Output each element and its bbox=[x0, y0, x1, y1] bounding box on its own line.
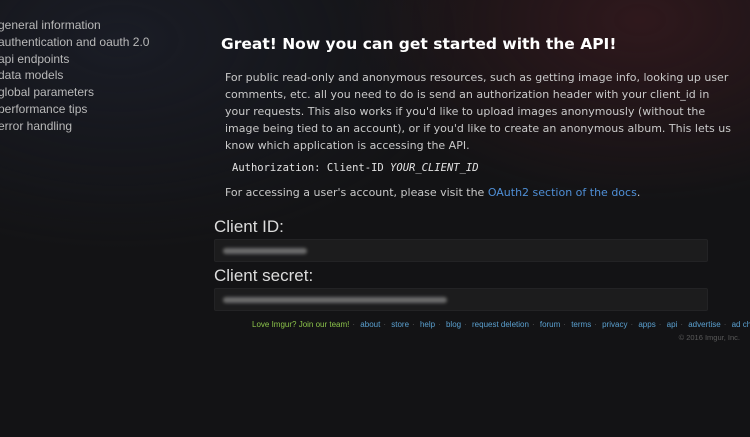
footer-link-store[interactable]: store bbox=[391, 320, 409, 329]
oauth-note: For accessing a user's account, please v… bbox=[225, 186, 640, 199]
copyright-text: © 2016 Imgur, Inc. bbox=[678, 333, 740, 342]
footer-link-request-deletion[interactable]: request deletion bbox=[472, 320, 529, 329]
footer-link-forum[interactable]: forum bbox=[540, 320, 560, 329]
sidebar-item-authentication[interactable]: authentication and oauth 2.0 bbox=[0, 34, 149, 51]
docs-sidebar: general information authentication and o… bbox=[0, 17, 149, 135]
footer-link-advertise[interactable]: advertise bbox=[688, 320, 720, 329]
sidebar-item-api-endpoints[interactable]: api endpoints bbox=[0, 51, 149, 68]
footer-link-privacy[interactable]: privacy bbox=[602, 320, 627, 329]
footer-link-ad-choices[interactable]: ad choices bbox=[732, 320, 750, 329]
authorization-header-example: Authorization: Client-ID YOUR_CLIENT_ID bbox=[232, 162, 479, 174]
footer-link-terms[interactable]: terms bbox=[571, 320, 591, 329]
footer-link-blog[interactable]: blog bbox=[446, 320, 461, 329]
sidebar-item-data-models[interactable]: data models bbox=[0, 67, 149, 84]
footer-link-join-team[interactable]: Love Imgur? Join our team! bbox=[252, 320, 349, 329]
oauth-note-suffix: . bbox=[636, 186, 641, 199]
client-secret-field[interactable] bbox=[214, 288, 708, 311]
client-id-redacted-value bbox=[223, 248, 307, 254]
footer-link-help[interactable]: help bbox=[420, 320, 435, 329]
sidebar-item-global-parameters[interactable]: global parameters bbox=[0, 84, 149, 101]
api-description: For public read-only and anonymous resou… bbox=[225, 71, 731, 152]
client-id-field[interactable] bbox=[214, 239, 708, 262]
sidebar-item-general-information[interactable]: general information bbox=[0, 17, 149, 34]
oauth-docs-link[interactable]: OAuth2 section of the docs bbox=[488, 186, 637, 199]
footer-link-api[interactable]: api bbox=[667, 320, 678, 329]
footer-link-apps[interactable]: apps bbox=[638, 320, 655, 329]
client-id-label: Client ID: bbox=[214, 217, 284, 236]
code-placeholder: YOUR_CLIENT_ID bbox=[390, 162, 479, 174]
footer-links: Love Imgur? Join our team! · about · store… bbox=[252, 320, 750, 329]
sidebar-item-error-handling[interactable]: error handling bbox=[0, 118, 149, 135]
sidebar-item-performance-tips[interactable]: performance tips bbox=[0, 101, 149, 118]
oauth-note-text: For accessing a user's account, please v… bbox=[225, 186, 488, 199]
client-secret-label: Client secret: bbox=[214, 266, 314, 285]
page-title: Great! Now you can get started with the … bbox=[221, 35, 617, 53]
client-secret-redacted-value bbox=[223, 297, 447, 303]
code-prefix: Authorization: Client-ID bbox=[232, 162, 391, 174]
footer-link-about[interactable]: about bbox=[360, 320, 380, 329]
